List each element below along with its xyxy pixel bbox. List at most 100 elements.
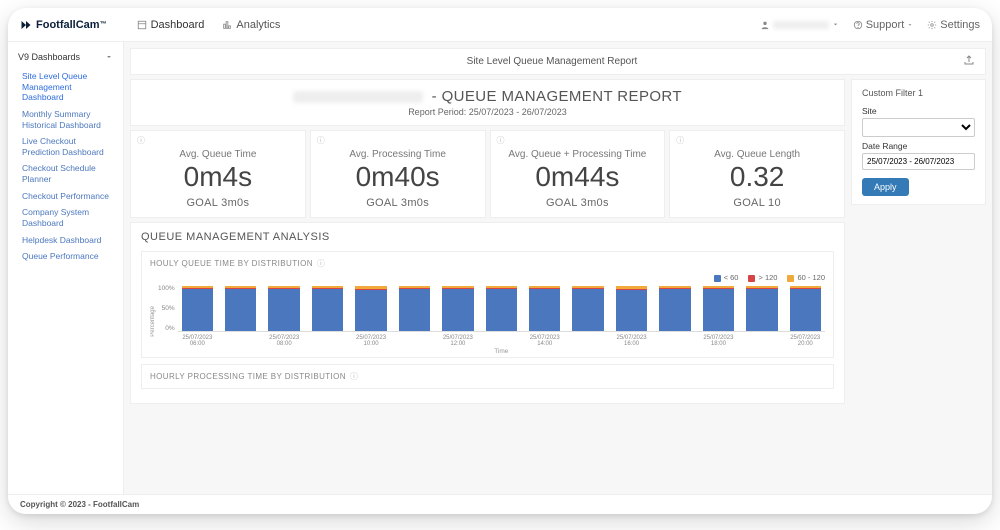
export-icon[interactable] (963, 54, 975, 69)
kpi-card-3: ⓘ Avg. Queue Length 0.32 GOAL 10 (669, 130, 845, 218)
help-icon (853, 20, 863, 30)
sidebar-header[interactable]: V9 Dashboards (8, 48, 123, 68)
legend-item[interactable]: < 60 (714, 273, 739, 282)
x-tick: 25/07/2023 18:00 (703, 335, 734, 347)
sidebar-item-6[interactable]: Helpdesk Dashboard (8, 232, 123, 249)
x-tick (225, 335, 256, 347)
bar[interactable] (790, 286, 821, 331)
kpi-label: Avg. Queue Time (137, 149, 299, 160)
settings-label: Settings (940, 19, 980, 31)
support-label: Support (866, 19, 905, 31)
footer: Copyright © 2023 - FootfallCam (8, 494, 992, 514)
bar[interactable] (746, 286, 777, 331)
x-tick (399, 335, 430, 347)
kpi-row: ⓘAvg. Queue Time0m4sGOAL 3m0sⓘAvg. Proce… (130, 130, 845, 218)
bar[interactable] (182, 286, 213, 331)
bar[interactable] (703, 286, 734, 331)
apply-button[interactable]: Apply (862, 178, 909, 196)
analytics-icon (222, 20, 232, 30)
x-axis-label: Time (178, 348, 825, 355)
info-icon[interactable]: ⓘ (350, 371, 358, 382)
user-icon (760, 20, 770, 30)
info-icon[interactable]: ⓘ (137, 135, 145, 146)
kpi-goal: GOAL 3m0s (137, 197, 299, 209)
bar[interactable] (616, 286, 647, 331)
bar[interactable] (355, 286, 386, 331)
info-icon[interactable]: ⓘ (317, 135, 325, 146)
bar[interactable] (312, 286, 343, 331)
sidebar-item-7[interactable]: Queue Performance (8, 248, 123, 265)
tab-dashboard[interactable]: Dashboard (137, 19, 205, 31)
report-title-suffix: - QUEUE MANAGEMENT REPORT (427, 88, 682, 105)
tab-analytics[interactable]: Analytics (222, 19, 280, 31)
bar[interactable] (659, 286, 690, 331)
sidebar-item-4[interactable]: Checkout Performance (8, 188, 123, 205)
info-icon[interactable]: ⓘ (317, 258, 325, 269)
x-tick: 25/07/2023 08:00 (268, 335, 299, 347)
tab-analytics-label: Analytics (236, 19, 280, 31)
support-link[interactable]: Support (853, 19, 914, 31)
footer-text: Copyright © 2023 - FootfallCam (20, 500, 139, 509)
kpi-goal: GOAL 10 (676, 197, 838, 209)
filter-header: Custom Filter 1 (862, 88, 975, 98)
report-bar-title: Site Level Queue Management Report (141, 56, 963, 67)
kpi-value: 0m40s (317, 162, 479, 191)
bar[interactable] (268, 286, 299, 331)
info-icon[interactable]: ⓘ (497, 135, 505, 146)
x-tick (486, 335, 517, 347)
chart-hourly-processing-time: HOURLY PROCESSING TIME BY DISTRIBUTIONⓘ (141, 364, 834, 389)
kpi-card-1: ⓘAvg. Processing Time0m40sGOAL 3m0s (310, 130, 486, 218)
bar-chart (178, 286, 825, 332)
kpi-value: 0.32 (676, 162, 838, 191)
x-tick (572, 335, 603, 347)
brand-name: FootfallCam (36, 19, 100, 31)
user-name-blur (773, 21, 829, 29)
kpi-label: Avg. Queue Length (676, 149, 838, 160)
x-tick: 25/07/2023 20:00 (790, 335, 821, 347)
settings-link[interactable]: Settings (927, 19, 980, 31)
gear-icon (927, 20, 937, 30)
sidebar-item-1[interactable]: Monthly Summary Historical Dashboard (8, 106, 123, 133)
kpi-value: 0m44s (497, 162, 659, 191)
x-tick: 25/07/2023 16:00 (616, 335, 647, 347)
chevron-down-icon (907, 22, 913, 28)
site-name-blur (293, 91, 423, 103)
topbar: FootfallCam™ Dashboard Analytics Support (8, 8, 992, 42)
legend-item[interactable]: > 120 (748, 273, 777, 282)
bar[interactable] (486, 286, 517, 331)
bar[interactable] (572, 286, 603, 331)
analysis-panel: QUEUE MANAGEMENT ANALYSIS HOULY QUEUE TI… (130, 222, 845, 404)
chart-legend: < 60 > 120 60 - 120 (150, 273, 825, 282)
sidebar-header-label: V9 Dashboards (18, 52, 80, 62)
user-menu[interactable] (760, 20, 839, 30)
tab-dashboard-label: Dashboard (151, 19, 205, 31)
kpi-goal: GOAL 3m0s (317, 197, 479, 209)
sidebar-item-5[interactable]: Company System Dashboard (8, 204, 123, 231)
bar[interactable] (399, 286, 430, 331)
logo-icon (20, 19, 32, 31)
topnav-tabs: Dashboard Analytics (137, 19, 281, 31)
info-icon[interactable]: ⓘ (676, 135, 684, 146)
bar[interactable] (529, 286, 560, 331)
x-tick (312, 335, 343, 347)
sidebar-item-0[interactable]: Site Level Queue Management Dashboard (8, 68, 123, 106)
analysis-title: QUEUE MANAGEMENT ANALYSIS (141, 231, 834, 243)
chart-hourly-queue-time: HOULY QUEUE TIME BY DISTRIBUTIONⓘ < 60 > … (141, 251, 834, 358)
legend-item[interactable]: 60 - 120 (787, 273, 825, 282)
chart1-title: HOULY QUEUE TIME BY DISTRIBUTIONⓘ (150, 258, 825, 269)
sidebar-item-2[interactable]: Live Checkout Prediction Dashboard (8, 133, 123, 160)
report-title-bar: Site Level Queue Management Report (130, 48, 986, 75)
date-range-input[interactable] (862, 153, 975, 170)
brand-logo: FootfallCam™ (20, 19, 107, 31)
x-axis: 25/07/2023 06:0025/07/2023 08:0025/07/20… (178, 332, 825, 347)
kpi-value: 0m4s (137, 162, 299, 191)
topbar-right: Support Settings (760, 19, 980, 31)
site-label: Site (862, 106, 975, 116)
site-select[interactable] (862, 118, 975, 137)
sidebar-item-3[interactable]: Checkout Schedule Planner (8, 160, 123, 187)
bar[interactable] (442, 286, 473, 331)
kpi-card-0: ⓘ Avg. Queue Time 0m4s GOAL 3m0s (130, 130, 306, 218)
x-tick (659, 335, 690, 347)
y-axis-label: Percentage (150, 306, 156, 337)
bar[interactable] (225, 286, 256, 331)
